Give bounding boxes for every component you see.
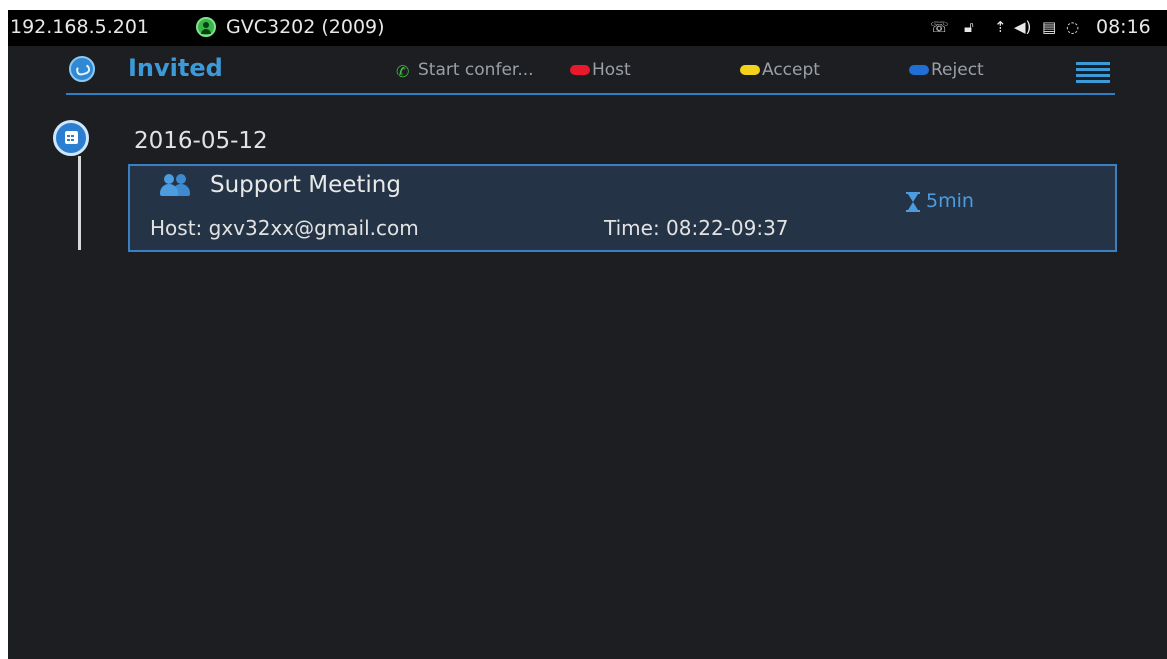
page-title[interactable]: Invited bbox=[128, 54, 223, 82]
reject-color-dot bbox=[909, 65, 929, 75]
account-label: GVC3202 (2009) bbox=[226, 16, 385, 38]
ip-address: 192.168.5.201 bbox=[10, 16, 150, 38]
lock-icon: 🔓︎ bbox=[964, 18, 974, 36]
volume-icon: ◀) bbox=[1014, 18, 1032, 36]
group-icon bbox=[158, 174, 192, 196]
legend-label: Reject bbox=[931, 60, 984, 80]
header-bar: Invited ✆ Start confer... Host Accept Re… bbox=[8, 46, 1167, 96]
header-divider bbox=[66, 93, 1115, 95]
meeting-time: Time: 08:22-09:37 bbox=[604, 216, 789, 240]
sd-card-icon: ▤ bbox=[1042, 18, 1057, 36]
hourglass-icon bbox=[906, 192, 920, 212]
host-color-dot bbox=[570, 65, 590, 75]
legend-label: Start confer... bbox=[418, 60, 534, 80]
clock: 08:16 bbox=[1096, 16, 1151, 38]
phone-icon: ✆ bbox=[396, 62, 410, 81]
conference-app-icon[interactable] bbox=[69, 56, 95, 82]
legend-label: Host bbox=[592, 60, 631, 80]
status-bar: 192.168.5.201 GVC3202 (2009) ☏ 🔓︎ ⇡ ◀) ▤… bbox=[8, 10, 1167, 46]
accept-color-dot bbox=[740, 65, 760, 75]
meeting-card[interactable]: Support Meeting Host: gxv32xx@gmail.com … bbox=[128, 164, 1117, 252]
call-forward-icon: ☏ bbox=[930, 18, 949, 36]
date-header: 2016-05-12 bbox=[134, 128, 268, 154]
meeting-host: Host: gxv32xx@gmail.com bbox=[150, 216, 419, 240]
meeting-duration: 5min bbox=[926, 190, 974, 212]
status-icons: ☏ 🔓︎ ⇡ ◀) ▤ ◌ bbox=[930, 16, 1080, 40]
device-screen: 192.168.5.201 GVC3202 (2009) ☏ 🔓︎ ⇡ ◀) ▤… bbox=[8, 10, 1167, 659]
account-icon bbox=[196, 17, 216, 37]
meeting-title: Support Meeting bbox=[210, 172, 401, 198]
upload-icon: ⇡ bbox=[994, 18, 1007, 36]
sync-icon: ◌ bbox=[1066, 18, 1080, 36]
timeline-line bbox=[78, 156, 81, 250]
legend-label: Accept bbox=[762, 60, 820, 80]
calendar-icon bbox=[53, 120, 89, 156]
menu-icon[interactable] bbox=[1076, 62, 1110, 83]
